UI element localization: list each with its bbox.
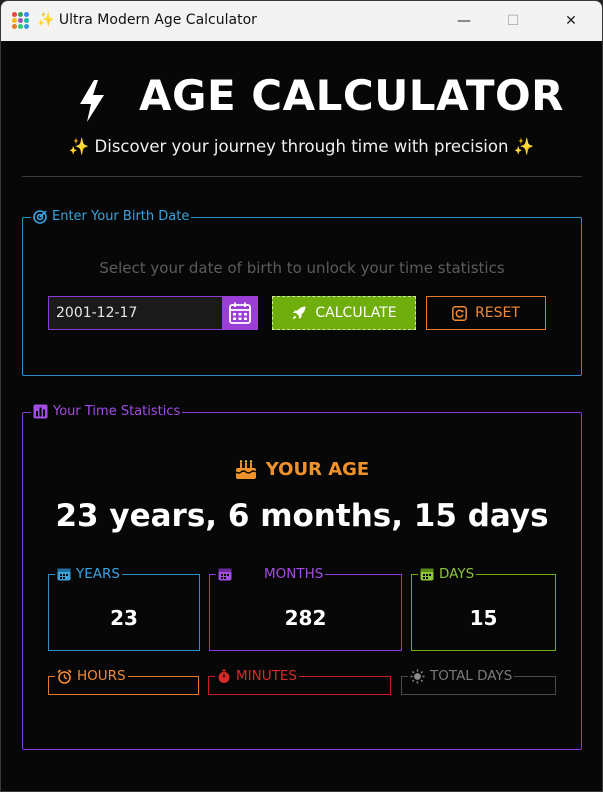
hours-legend: HOURS xyxy=(55,668,128,684)
alarm-clock-icon xyxy=(57,668,72,684)
sparkles-icon: ✨ xyxy=(37,12,55,28)
calendar-green-icon xyxy=(420,568,434,581)
birth-date-legend: Enter Your Birth Date xyxy=(31,209,192,224)
minutes-legend: MINUTES xyxy=(215,668,299,684)
calendar-icon xyxy=(229,302,251,324)
years-label: YEARS xyxy=(76,566,120,582)
days-card: DAYS 15 xyxy=(411,566,556,651)
total-days-legend: TOTAL DAYS xyxy=(408,668,515,684)
birth-date-input[interactable]: 2001-12-17 xyxy=(48,296,224,330)
days-legend: DAYS xyxy=(418,566,477,582)
calendar-purple-icon xyxy=(218,568,232,581)
years-card: YEARS 23 xyxy=(48,566,200,651)
time-statistics-legend: Your Time Statistics xyxy=(31,404,183,419)
rocket-icon xyxy=(292,306,306,320)
maximize-icon: ☐ xyxy=(506,13,520,29)
refresh-icon xyxy=(452,305,468,321)
calculate-button[interactable]: CALCULATE xyxy=(272,296,416,330)
your-age-heading-label: YOUR AGE xyxy=(265,459,370,480)
time-statistics-group: Your Time Statistics YOUR AGE 23 years, … xyxy=(22,404,582,750)
sun-icon xyxy=(410,669,425,683)
hours-card: HOURS xyxy=(48,668,199,695)
bar-chart-icon xyxy=(33,404,48,419)
months-value: 282 xyxy=(284,606,327,630)
total-days-label: TOTAL DAYS xyxy=(430,668,513,684)
years-value: 23 xyxy=(110,606,138,630)
page-title: AGE CALCULATOR xyxy=(139,71,565,120)
minutes-label: MINUTES xyxy=(236,668,297,684)
sparkle-icon-left: ✨ xyxy=(68,137,90,156)
months-card: MONTHS 282 xyxy=(209,566,402,651)
minimize-button[interactable]: — xyxy=(441,1,487,41)
target-icon xyxy=(33,209,47,224)
stopwatch-icon xyxy=(218,669,230,683)
reset-button[interactable]: RESET xyxy=(426,296,546,330)
close-button[interactable]: ✕ xyxy=(548,1,594,41)
total-days-card: TOTAL DAYS xyxy=(401,668,556,695)
minutes-card: MINUTES xyxy=(208,668,391,695)
subtitle-text: Discover your journey through time with … xyxy=(94,137,509,156)
close-icon: ✕ xyxy=(565,13,577,29)
title-bar: ✨ Ultra Modern Age Calculator — ☐ ✕ xyxy=(1,1,602,41)
months-label: MONTHS xyxy=(264,566,324,582)
page-subtitle: ✨ Discover your journey through time wit… xyxy=(1,137,602,157)
months-legend: MONTHS xyxy=(216,566,326,582)
header-divider xyxy=(22,176,582,177)
years-legend: YEARS xyxy=(55,566,122,582)
hours-label: HOURS xyxy=(77,668,126,684)
calendar-picker-button[interactable] xyxy=(222,296,258,330)
window-title: ✨ Ultra Modern Age Calculator xyxy=(37,12,257,28)
birth-date-group: Enter Your Birth Date Select your date o… xyxy=(22,209,582,376)
birthday-cake-icon xyxy=(235,459,257,479)
app-window: ✨ Ultra Modern Age Calculator — ☐ ✕ AGE … xyxy=(0,0,603,792)
time-statistics-legend-label: Your Time Statistics xyxy=(53,404,181,419)
age-result: 23 years, 6 months, 15 days xyxy=(55,498,549,534)
birth-date-prompt: Select your date of birth to unlock your… xyxy=(99,259,505,277)
reset-button-label: RESET xyxy=(475,305,520,321)
your-age-heading: YOUR AGE xyxy=(23,459,581,480)
minimize-icon: — xyxy=(457,13,471,29)
calendar-blue-icon xyxy=(57,568,71,581)
lightning-bolt-icon xyxy=(80,80,104,122)
days-label: DAYS xyxy=(439,566,475,582)
calculate-button-label: CALCULATE xyxy=(315,305,397,321)
days-value: 15 xyxy=(469,606,498,630)
sparkle-icon-right: ✨ xyxy=(513,137,535,156)
app-logo-icon xyxy=(12,12,29,29)
maximize-button[interactable]: ☐ xyxy=(490,1,536,41)
birth-date-legend-label: Enter Your Birth Date xyxy=(52,209,190,224)
window-title-label: Ultra Modern Age Calculator xyxy=(58,12,257,28)
